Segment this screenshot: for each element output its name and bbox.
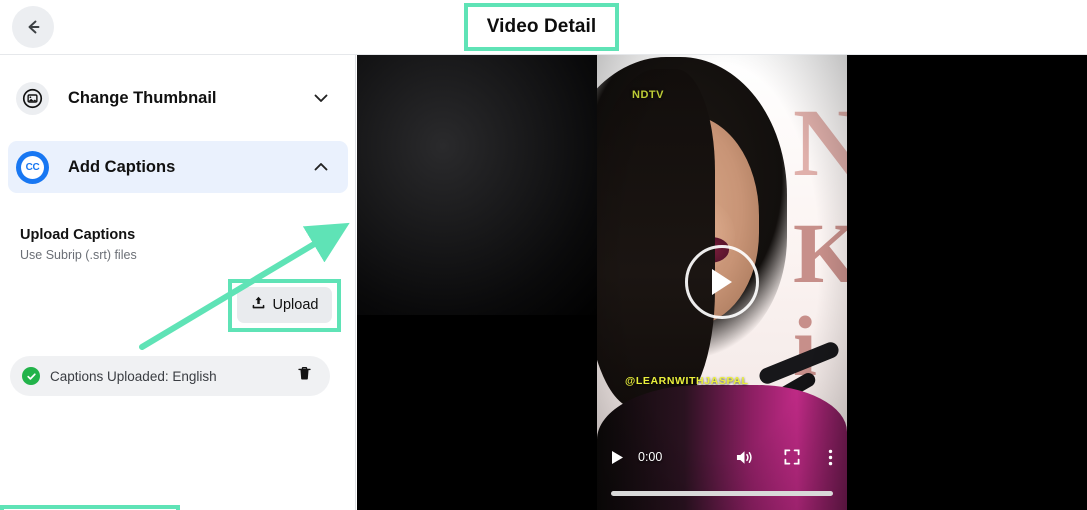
- captions-uploaded-label: Captions Uploaded: English: [50, 368, 217, 384]
- channel-logo: NDTV: [632, 89, 664, 101]
- top-bar: Video Detail: [0, 0, 1087, 55]
- upload-button-label: Upload: [272, 297, 319, 313]
- current-time: 0:00: [638, 450, 663, 464]
- check-circle-icon: [22, 367, 40, 385]
- player-controls: 0:00: [597, 438, 847, 476]
- upload-captions-subtitle: Use Subrip (.srt) files: [20, 248, 137, 262]
- back-button[interactable]: [12, 6, 54, 48]
- progress-scrubber[interactable]: [597, 491, 847, 496]
- stage-backdrop: [357, 55, 602, 315]
- back-arrow-icon: [23, 17, 43, 37]
- play-icon[interactable]: [611, 450, 624, 465]
- settings-panel: Change Thumbnail CC Add Captions Upload …: [0, 55, 356, 510]
- sidebar-item-change-thumbnail-label: Change Thumbnail: [68, 88, 217, 107]
- progress-bar[interactable]: [611, 491, 833, 496]
- video-detail-screen: Video Detail Change Thumbnail CC Add Cap…: [0, 0, 1087, 510]
- upload-captions-title: Upload Captions: [20, 227, 136, 243]
- sidebar-item-change-thumbnail[interactable]: Change Thumbnail: [8, 72, 348, 124]
- sidebar-item-add-captions[interactable]: CC Add Captions: [8, 141, 348, 193]
- upload-button[interactable]: Upload: [237, 287, 332, 323]
- chevron-down-icon[interactable]: [312, 89, 330, 107]
- fullscreen-icon[interactable]: [784, 449, 800, 465]
- image-photo-icon: [16, 81, 49, 115]
- trash-icon[interactable]: [296, 365, 313, 387]
- captions-uploaded-item: Captions Uploaded: English: [10, 356, 330, 396]
- video-stage: I N K i NDTV @LEARNWITHJASPAL: [357, 55, 1087, 510]
- play-circle-icon[interactable]: [685, 245, 759, 319]
- video-watermark: @LEARNWITHJASPAL: [625, 375, 749, 387]
- page-title-highlight: Video Detail: [464, 3, 619, 51]
- page-title: Video Detail: [486, 16, 597, 37]
- upload-icon: [251, 295, 266, 315]
- cc-icon-label: CC: [21, 155, 44, 179]
- chevron-up-icon[interactable]: [312, 158, 330, 176]
- more-vertical-icon[interactable]: [828, 449, 833, 466]
- volume-icon[interactable]: [735, 449, 754, 466]
- video-player[interactable]: I N K i NDTV @LEARNWITHJASPAL: [597, 55, 847, 510]
- cc-icon: CC: [16, 150, 49, 184]
- save-button-highlight: [0, 505, 180, 510]
- sidebar-item-add-captions-label: Add Captions: [68, 157, 176, 176]
- upload-captions-block: Upload Captions Use Subrip (.srt) files: [20, 227, 336, 262]
